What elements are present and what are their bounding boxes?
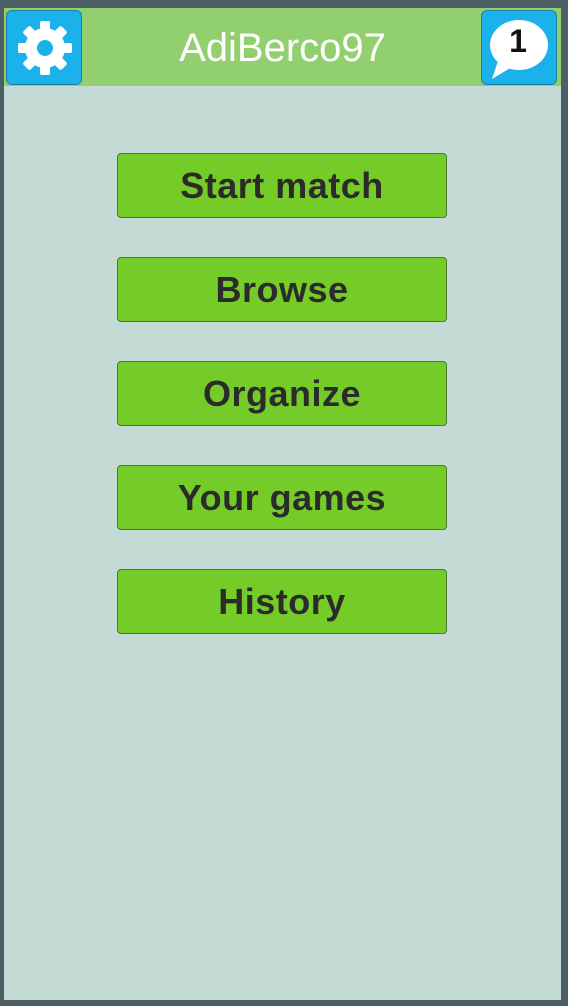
username-title: AdiBerco97 — [179, 26, 386, 70]
main-menu: Start match Browse Organize Your games H… — [117, 153, 447, 673]
your-games-button[interactable]: Your games — [117, 465, 447, 530]
gear-icon — [18, 21, 72, 75]
app-screen: AdiBerco97 1 Start match Browse Organize… — [4, 8, 561, 1000]
browse-button[interactable]: Browse — [117, 257, 447, 322]
organize-button[interactable]: Organize — [117, 361, 447, 426]
unread-count-badge: 1 — [509, 23, 527, 59]
top-bar: AdiBerco97 1 — [4, 8, 561, 86]
messages-button[interactable]: 1 — [481, 10, 557, 85]
history-button[interactable]: History — [117, 569, 447, 634]
settings-button[interactable] — [6, 10, 82, 85]
start-match-button[interactable]: Start match — [117, 153, 447, 218]
